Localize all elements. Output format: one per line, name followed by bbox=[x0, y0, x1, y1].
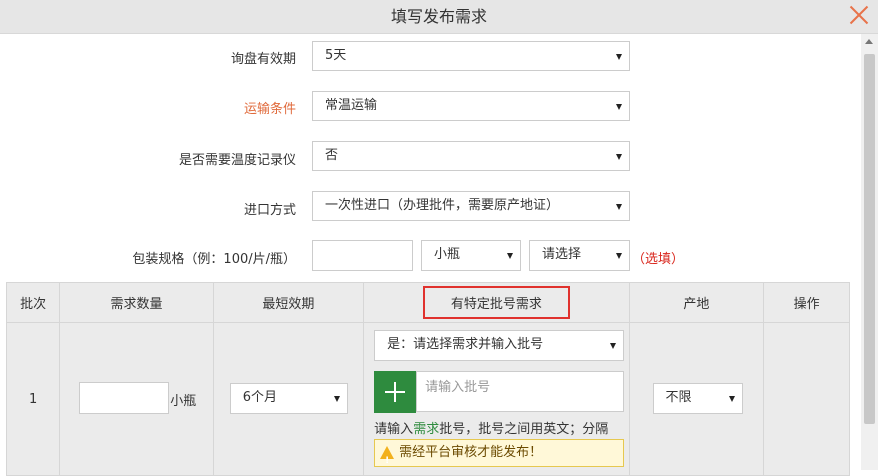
transport-label: 运输条件 bbox=[243, 102, 296, 117]
quantity-input[interactable] bbox=[79, 382, 170, 414]
scroll-thumb[interactable] bbox=[864, 54, 875, 424]
lot-requirement-value: 是：请选择需求并输入批号 bbox=[387, 337, 544, 352]
chevron-down-icon bbox=[616, 204, 622, 210]
lot-hint: 请输入需求批号，批号之间用英文；分隔 bbox=[374, 418, 608, 437]
packaging-unit-select[interactable]: 小瓶 bbox=[421, 240, 521, 271]
validity-select[interactable]: 5天 bbox=[312, 41, 630, 71]
temp-recorder-label: 是否需要温度记录仪 bbox=[178, 153, 296, 168]
table-header-row: 批次 需求数量 最短效期 有特定批号需求 产地 操作 bbox=[5, 282, 850, 323]
packaging-type-select[interactable]: 请选择 bbox=[529, 240, 630, 271]
expiry-cell: 6个月 bbox=[212, 322, 365, 476]
header-lot-highlight: 有特定批号需求 bbox=[422, 286, 570, 319]
header-expiry-label: 最短效期 bbox=[262, 297, 315, 312]
chevron-down-icon bbox=[616, 104, 622, 110]
origin-value: 不限 bbox=[665, 390, 692, 405]
close-icon[interactable] bbox=[848, 3, 870, 25]
expiry-value: 6个月 bbox=[242, 390, 277, 405]
lot-hint-link[interactable]: 需求 bbox=[413, 422, 439, 437]
scrollbar[interactable] bbox=[861, 34, 878, 470]
temp-recorder-select[interactable]: 否 bbox=[312, 141, 630, 171]
header-actions: 操作 bbox=[763, 282, 850, 323]
origin-cell: 不限 bbox=[628, 322, 765, 476]
scroll-up-icon[interactable] bbox=[865, 39, 873, 44]
packaging-label: 包装规格（例：100/片/瓶） bbox=[132, 252, 296, 267]
header-quantity: 需求数量 bbox=[59, 282, 214, 323]
warning-icon: ! bbox=[380, 446, 395, 466]
validity-value: 5天 bbox=[325, 48, 347, 63]
import-mode-label: 进口方式 bbox=[243, 203, 296, 218]
dialog-title: 填写发布需求 bbox=[390, 7, 487, 26]
header-origin: 产地 bbox=[628, 282, 765, 323]
batch-number: 1 bbox=[29, 391, 38, 407]
chevron-down-icon bbox=[610, 343, 617, 349]
chevron-down-icon bbox=[333, 396, 340, 402]
origin-select[interactable]: 不限 bbox=[652, 383, 743, 414]
lot-requirement-select[interactable]: 是：请选择需求并输入批号 bbox=[374, 330, 625, 361]
header-lot: 有特定批号需求 bbox=[363, 282, 630, 323]
lot-hint-prefix: 请输入 bbox=[374, 422, 414, 437]
transport-select[interactable]: 常温运输 bbox=[312, 91, 630, 121]
chevron-down-icon bbox=[616, 154, 622, 160]
packaging-type-value: 请选择 bbox=[542, 247, 582, 262]
import-mode-value: 一次性进口（办理批件，需要原产地证） bbox=[325, 198, 560, 213]
quantity-cell: 小瓶 bbox=[59, 322, 214, 476]
temp-recorder-value: 否 bbox=[325, 148, 339, 163]
chevron-down-icon bbox=[616, 253, 622, 259]
actions-cell bbox=[763, 322, 850, 476]
optional-note: （选填） bbox=[632, 252, 685, 267]
table-row: 1 小瓶 6个月 是：请选择需求并输入批号 请输入批号 请输入需求批号，批号之间… bbox=[5, 322, 850, 476]
chevron-down-icon bbox=[616, 54, 622, 60]
packaging-quantity-input[interactable] bbox=[312, 240, 413, 271]
lot-number-input[interactable]: 请输入批号 bbox=[416, 371, 625, 412]
chevron-down-icon bbox=[507, 253, 513, 259]
batch-cell: 1 bbox=[5, 322, 61, 476]
packaging-unit-value: 小瓶 bbox=[434, 247, 461, 262]
quantity-unit: 小瓶 bbox=[170, 394, 197, 409]
add-lot-button[interactable] bbox=[374, 371, 417, 413]
lot-cell: 是：请选择需求并输入批号 请输入批号 请输入需求批号，批号之间用英文；分隔 ! … bbox=[363, 322, 630, 476]
batch-table: 批次 需求数量 最短效期 有特定批号需求 产地 操作 1 小瓶 6个月 是：请选… bbox=[5, 282, 850, 476]
header-batch: 批次 bbox=[5, 282, 61, 323]
review-warning-text: 需经平台审核才能发布！ bbox=[399, 445, 543, 460]
review-warning: ! 需经平台审核才能发布！ bbox=[374, 439, 625, 467]
lot-hint-suffix: 批号，批号之间用英文；分隔 bbox=[439, 422, 609, 437]
validity-label: 询盘有效期 bbox=[230, 52, 296, 67]
dialog-titlebar: 填写发布需求 bbox=[0, 0, 878, 34]
transport-value: 常温运输 bbox=[325, 98, 378, 113]
import-mode-select[interactable]: 一次性进口（办理批件，需要原产地证） bbox=[312, 191, 630, 221]
header-expiry: 最短效期 bbox=[212, 282, 365, 323]
chevron-down-icon bbox=[728, 396, 735, 402]
expiry-select[interactable]: 6个月 bbox=[229, 383, 348, 414]
